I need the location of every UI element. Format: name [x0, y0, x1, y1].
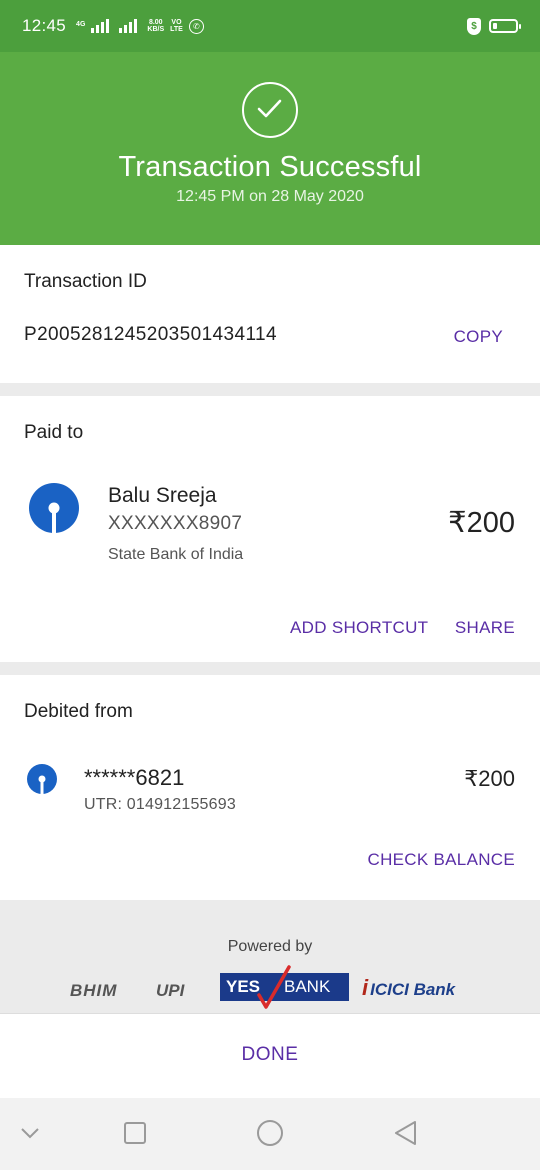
back-icon[interactable] [392, 1119, 418, 1147]
success-header: Transaction Successful 12:45 PM on 28 Ma… [0, 52, 540, 245]
signal-icon [91, 19, 110, 33]
payee-name: Balu Sreeja [108, 484, 217, 507]
status-bar: 12:45 4G 8.00 KB/S VO LTE ✆ $ [0, 0, 540, 52]
volte-top: VO [171, 19, 182, 26]
sbi-logo-small-icon [27, 764, 57, 794]
transaction-id-value: P2005281245203501434114 [24, 324, 277, 345]
whatsapp-icon: ✆ [188, 18, 204, 34]
battery-icon [489, 19, 521, 33]
status-icons: 4G 8.00 KB/S VO LTE ✆ [76, 18, 204, 34]
net-speed: 8.00 KB/S [147, 19, 164, 33]
icici-bank-logo: i ICICI Bank [362, 975, 455, 1001]
volte-indicator: VO LTE [170, 19, 183, 33]
status-right: $ [467, 17, 521, 35]
recent-apps-icon[interactable] [123, 1121, 147, 1145]
transaction-timestamp: 12:45 PM on 28 May 2020 [176, 188, 364, 205]
status-time: 12:45 [22, 16, 67, 35]
utr-number: UTR: 014912155693 [84, 796, 236, 813]
volte-bottom: LTE [170, 26, 183, 33]
home-icon[interactable] [256, 1119, 284, 1147]
net-speed-unit: KB/S [147, 26, 165, 33]
battery-level [493, 23, 497, 29]
shield-icon: $ [467, 17, 481, 35]
check-balance-button[interactable]: CHECK BALANCE [368, 850, 516, 870]
transaction-id-card: Transaction ID P2005281245203501434114 C… [0, 245, 540, 383]
powered-by-text: Powered by [227, 938, 313, 955]
page-title: Transaction Successful [118, 151, 422, 183]
add-shortcut-button[interactable]: ADD SHORTCUT [290, 618, 428, 638]
done-button[interactable]: DONE [242, 1044, 299, 1066]
network-type: 4G [76, 20, 86, 28]
check-circle-icon [242, 82, 298, 138]
debit-account: ******6821 [84, 765, 185, 790]
system-nav-bar [0, 1098, 540, 1170]
debited-from-label: Debited from [24, 701, 133, 722]
paid-to-card: Paid to Balu Sreeja XXXXXXX8907 State Ba… [0, 396, 540, 662]
paid-amount: ₹200 [448, 507, 515, 539]
chevron-down-icon[interactable] [20, 1127, 40, 1139]
yes-bank-tick-icon [257, 965, 291, 1009]
icici-mark-icon: i [362, 975, 369, 1000]
payee-bank: State Bank of India [108, 546, 244, 563]
sbi-logo-icon [29, 483, 79, 533]
transaction-id-label: Transaction ID [24, 271, 147, 292]
payee-account: XXXXXXX8907 [108, 513, 243, 534]
icici-bank-text: ICICI Bank [370, 980, 456, 999]
bhim-logo: BHIM [70, 981, 118, 1000]
net-speed-value: 8.00 [148, 19, 163, 26]
done-bar: DONE [0, 1013, 540, 1098]
share-button[interactable]: SHARE [455, 618, 515, 638]
paid-to-label: Paid to [24, 422, 84, 443]
debit-amount: ₹200 [464, 766, 515, 791]
upi-logo: UPI [156, 981, 185, 1000]
debited-from-card: Debited from ******6821 UTR: 01491215569… [0, 675, 540, 900]
copy-button[interactable]: COPY [454, 327, 503, 347]
signal-icon-2 [119, 19, 138, 33]
